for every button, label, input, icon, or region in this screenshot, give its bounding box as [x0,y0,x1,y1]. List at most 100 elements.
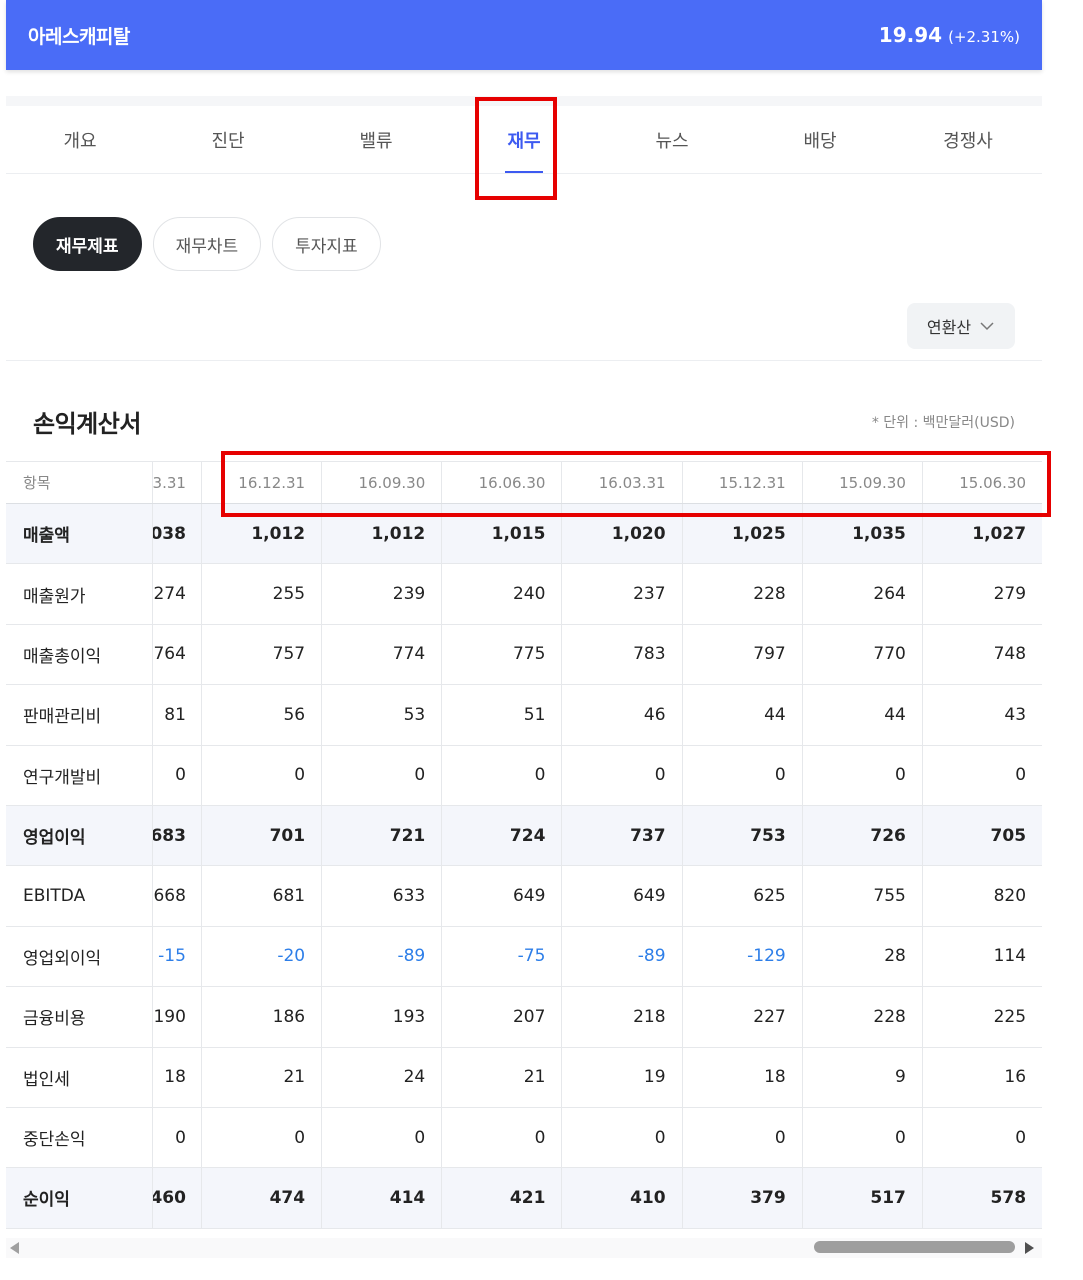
table-cell: 683 [152,825,186,846]
period-dropdown-label: 연환산 [926,318,972,337]
table-cell: 0 [681,1107,802,1168]
tab-overview[interactable]: 개요 [6,106,154,173]
table-cell: -89 [321,926,441,987]
table-row: 연구개발비 0 0 0 0 0 0 0 0 [6,745,1042,806]
table-cell: 770 [801,624,922,685]
table-cell: 18 [681,1047,802,1107]
subtab-financial-charts[interactable]: 재무차트 [152,217,262,271]
row-label: 판매관리비 [6,685,153,745]
table-cell: 228 [801,987,922,1047]
table-row: 매출원가 274 255 239 240 237 228 264 279 [6,564,1042,625]
scroll-right-arrow-icon[interactable] [1025,1242,1034,1254]
section-title: 손익계산서 [33,410,141,438]
table-cell: -20 [200,926,321,987]
table-row: 매출총이익 764 757 774 775 783 797 770 748 [6,624,1042,686]
row-label: 매출원가 [6,564,153,624]
table-cell: 227 [681,987,802,1047]
table-cell: 44 [681,685,802,745]
table-cell: 225 [921,987,1042,1047]
table-cell: 0 [921,745,1042,805]
table-cell: 81 [164,704,186,725]
table-cell: 783 [561,624,681,685]
table-cell: 774 [321,624,441,685]
table-cell: 56 [200,685,321,745]
divider [6,360,1042,361]
table-cell: 228 [681,564,802,624]
table-row: 매출액 038 1,012 1,012 1,015 1,020 1,025 1,035 1,02… [6,504,1042,565]
table-cell: 237 [561,564,681,624]
unit-note: * 단위 : 백만달러(USD) [871,415,1015,431]
row-label: EBITDA [6,866,153,926]
table-cell: 0 [801,745,922,805]
table-cell: 1,035 [801,504,922,564]
table-cell: 24 [321,1047,441,1107]
table-cell: 207 [441,987,561,1047]
column-header: 15.09.30 [801,462,922,503]
horizontal-scrollbar[interactable] [6,1238,1042,1258]
table-cell: -89 [561,926,681,987]
table-row: 금융비용 190 186 193 207 218 227 228 225 [6,987,1042,1048]
table-cell: 53 [321,685,441,745]
table-row: 영업외이익 -15 -20 -89 -75 -89 -129 28 114 [6,926,1042,988]
column-header-item: 항목 [6,462,153,503]
scrollbar-thumb[interactable] [814,1241,1015,1253]
table-cell: 1,027 [921,504,1042,564]
row-label: 영업이익 [6,805,153,866]
table-cell: -15 [158,946,186,967]
tab-dividend[interactable]: 배당 [746,106,894,173]
tab-financials[interactable]: 재무 [450,106,598,173]
scroll-left-arrow-icon[interactable] [10,1242,19,1254]
table-cell: 274 [153,584,186,605]
subtab-group: 재무제표 재무차트 투자지표 [33,217,381,271]
table-row: 영업이익 683 701 721 724 737 753 726 705 [6,805,1042,867]
table-cell: 649 [441,866,561,926]
table-cell: 764 [153,644,186,665]
table-cell: 240 [441,564,561,624]
row-label: 중단손익 [6,1107,153,1168]
table-cell: 0 [321,745,441,805]
table-cell: 21 [200,1047,321,1107]
table-cell: 748 [921,624,1042,685]
tab-diagnosis[interactable]: 진단 [154,106,302,173]
table-row: EBITDA 668 681 633 649 649 625 755 820 [6,866,1042,927]
tab-valuation[interactable]: 밸류 [302,106,450,173]
row-label: 매출액 [6,504,153,564]
tab-news[interactable]: 뉴스 [598,106,746,173]
table-cell: 18 [164,1067,186,1088]
row-label: 금융비용 [6,987,153,1047]
column-header: 16.09.30 [321,462,441,503]
table-cell: 0 [441,745,561,805]
table-cell: 820 [921,866,1042,926]
row-label: 매출총이익 [6,624,153,685]
table-cell: 0 [321,1107,441,1168]
subtab-investment-indicators[interactable]: 투자지표 [272,217,381,271]
table-cell: 755 [801,866,922,926]
table-cell: 0 [681,745,802,805]
row-label: 영업외이익 [6,926,153,987]
table-cell: 186 [200,987,321,1047]
table-cell: 279 [921,564,1042,624]
table-cell: 0 [801,1107,922,1168]
table-cell: 578 [921,1168,1042,1228]
row-label: 법인세 [6,1047,153,1107]
table-cell: 753 [681,805,802,866]
subtab-financial-statements[interactable]: 재무제표 [33,217,142,271]
table-cell: 0 [175,1127,186,1148]
table-cell: -75 [441,926,561,987]
tab-competitors[interactable]: 경쟁사 [894,106,1042,173]
table-cell: 633 [321,866,441,926]
table-cell: 0 [175,765,186,786]
table-row: 순이익 460 474 414 421 410 379 517 578 [6,1168,1042,1229]
table-cell: 0 [921,1107,1042,1168]
price-change: (+2.31%) [948,28,1020,46]
table-cell: 1,020 [561,504,681,564]
period-dropdown[interactable]: 연환산 [907,303,1015,349]
table-cell: 649 [561,866,681,926]
company-name: 아레스캐피탈 [28,25,130,48]
table-cell: 797 [681,624,802,685]
table-cell: 775 [441,624,561,685]
table-cell: 21 [441,1047,561,1107]
column-header: 15.12.31 [681,462,802,503]
row-label: 연구개발비 [6,745,153,805]
table-cell: 1,015 [441,504,561,564]
